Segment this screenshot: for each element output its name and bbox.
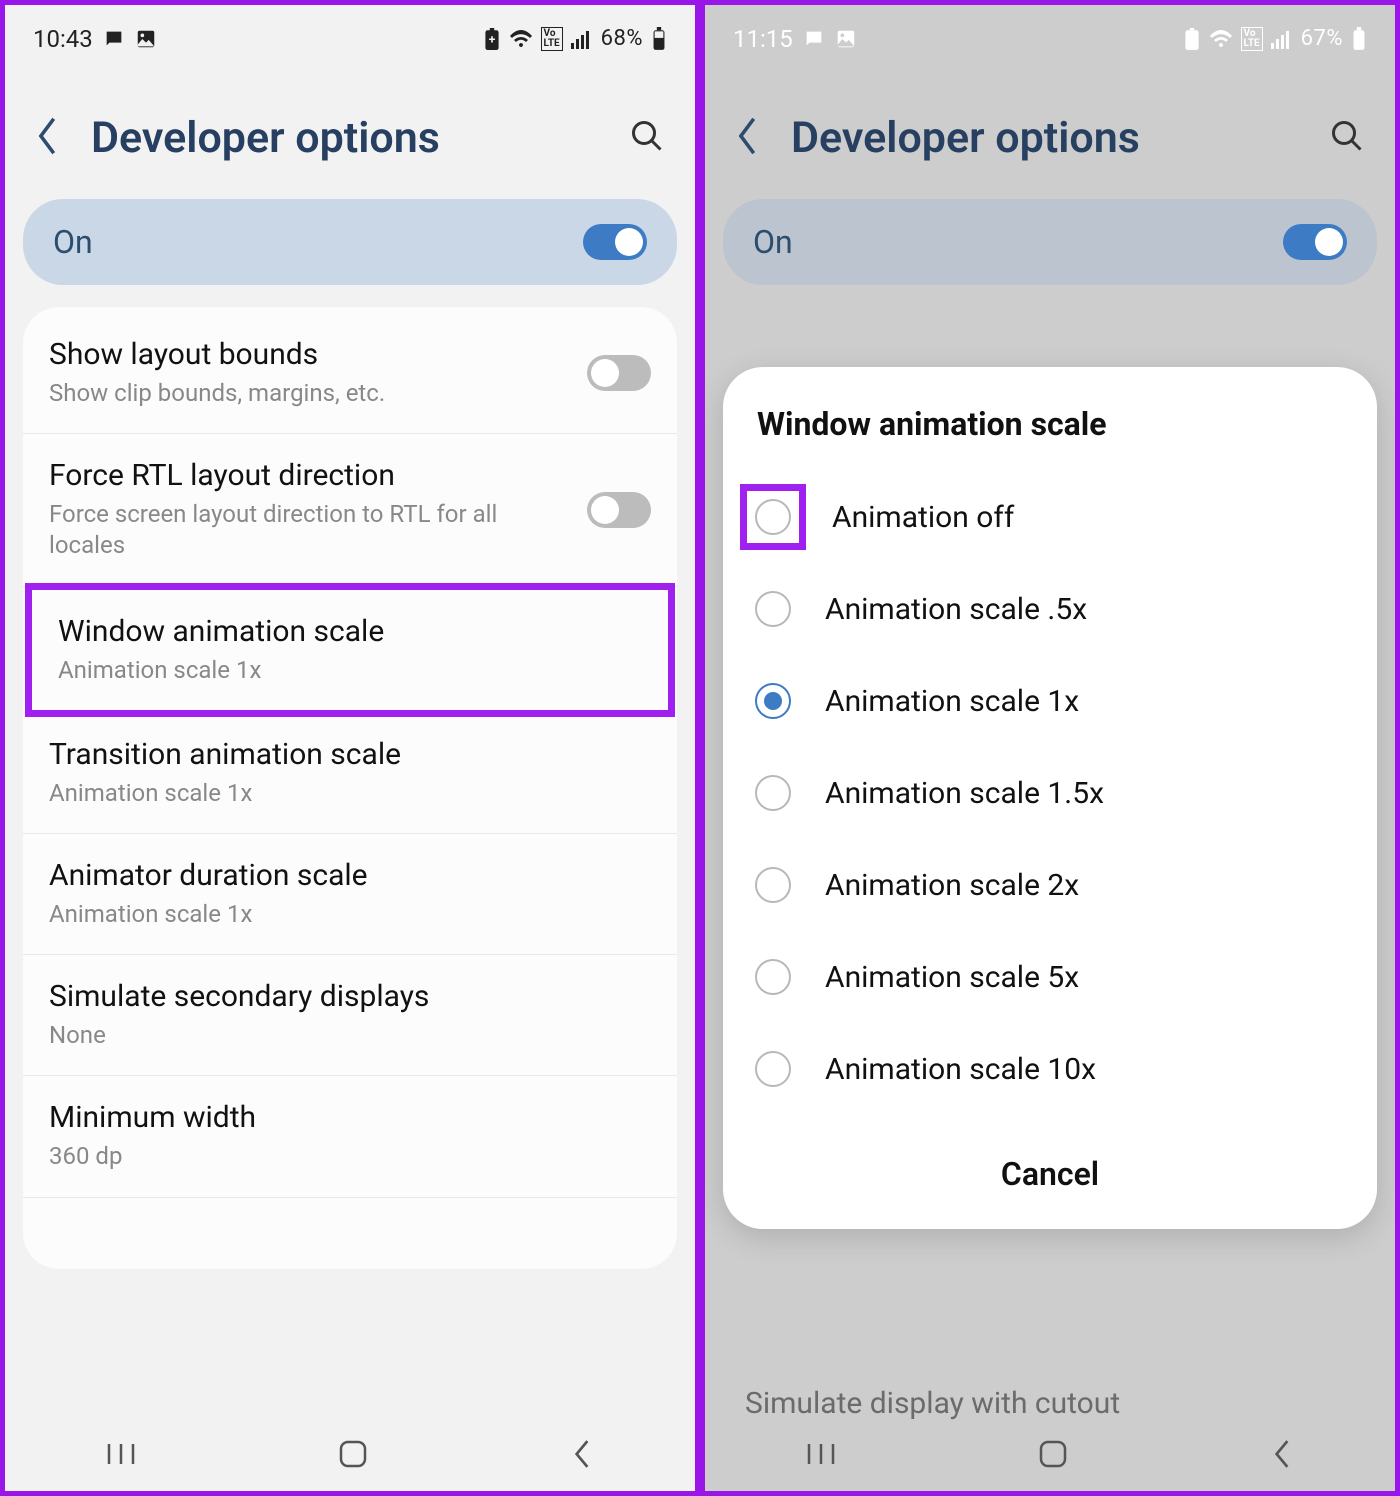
- battery-percent: 67%: [1301, 26, 1343, 51]
- row-subtitle: Animation scale 1x: [58, 655, 642, 686]
- search-button[interactable]: [1329, 118, 1365, 158]
- option-label: Animation scale 10x: [825, 1052, 1096, 1087]
- battery-saver-icon: +: [483, 28, 501, 50]
- option-label: Animation scale .5x: [825, 592, 1087, 627]
- status-time: 10:43: [33, 25, 93, 53]
- master-toggle-label: On: [753, 223, 793, 261]
- signal-icon: [1271, 29, 1293, 49]
- signal-icon: [571, 29, 593, 49]
- dialog-cancel-button[interactable]: Cancel: [753, 1121, 1347, 1229]
- status-bar: 10:43 + VoLTE 68%: [5, 5, 695, 67]
- nav-bar: [5, 1421, 695, 1491]
- row-cutoff[interactable]: [23, 1198, 677, 1263]
- row-subtitle: Show clip bounds, margins, etc.: [49, 378, 567, 409]
- row-title: Transition animation scale: [49, 737, 651, 772]
- option-animation-0-5x[interactable]: Animation scale .5x: [753, 563, 1347, 655]
- row-title: Window animation scale: [58, 614, 642, 649]
- settings-card: Show layout bounds Show clip bounds, mar…: [23, 307, 677, 1269]
- status-right: VoLTE 67%: [1183, 26, 1367, 51]
- nav-home-button[interactable]: [1038, 1439, 1068, 1473]
- volte-icon: VoLTE: [1241, 27, 1263, 51]
- status-bar: 11:15 VoLTE 67%: [705, 5, 1395, 67]
- row-title: Minimum width: [49, 1100, 651, 1135]
- nav-back-button[interactable]: [1270, 1439, 1294, 1473]
- row-subtitle: 360 dp: [49, 1141, 651, 1172]
- row-subtitle: Force screen layout direction to RTL for…: [49, 499, 567, 561]
- status-left: 11:15: [733, 25, 857, 53]
- battery-icon: [651, 27, 667, 51]
- phone-right: 11:15 VoLTE 67%: [700, 0, 1400, 1496]
- row-force-rtl[interactable]: Force RTL layout direction Force screen …: [23, 434, 677, 586]
- battery-percent: 68%: [601, 26, 643, 51]
- row-title: Show layout bounds: [49, 337, 567, 372]
- nav-back-button[interactable]: [570, 1439, 594, 1473]
- option-label: Animation off: [832, 500, 1014, 535]
- option-animation-1-5x[interactable]: Animation scale 1.5x: [753, 747, 1347, 839]
- option-animation-5x[interactable]: Animation scale 5x: [753, 931, 1347, 1023]
- option-animation-10x[interactable]: Animation scale 10x: [753, 1023, 1347, 1115]
- option-animation-2x[interactable]: Animation scale 2x: [753, 839, 1347, 931]
- row-simulate-secondary-displays[interactable]: Simulate secondary displays None: [23, 955, 677, 1076]
- option-animation-off[interactable]: Animation off: [753, 471, 1347, 563]
- status-right: + VoLTE 68%: [483, 26, 667, 51]
- row-title: Force RTL layout direction: [49, 458, 567, 493]
- master-toggle-switch[interactable]: [1283, 224, 1347, 260]
- animation-scale-dialog: Window animation scale Animation off Ani…: [723, 367, 1377, 1229]
- radio-icon: [755, 867, 791, 903]
- back-button[interactable]: [35, 116, 61, 160]
- nav-recents-button[interactable]: [806, 1442, 836, 1470]
- row-title: Animator duration scale: [49, 858, 651, 893]
- svg-text:+: +: [488, 32, 495, 46]
- radio-icon: [755, 499, 791, 535]
- nav-recents-button[interactable]: [106, 1442, 136, 1470]
- radio-icon: [755, 959, 791, 995]
- behind-row-text: Simulate display with cutout: [705, 1386, 1395, 1421]
- status-left: 10:43: [33, 25, 157, 53]
- radio-icon: [755, 591, 791, 627]
- wifi-icon: [1209, 29, 1233, 49]
- row-show-layout-bounds[interactable]: Show layout bounds Show clip bounds, mar…: [23, 313, 677, 434]
- battery-saver-icon: [1183, 28, 1201, 50]
- volte-icon: VoLTE: [541, 27, 563, 51]
- app-header: Developer options: [705, 67, 1395, 193]
- page-title: Developer options: [91, 113, 599, 163]
- dialog-title: Window animation scale: [753, 405, 1347, 443]
- row-subtitle: Animation scale 1x: [49, 899, 651, 930]
- nav-home-button[interactable]: [338, 1439, 368, 1473]
- status-time: 11:15: [733, 25, 793, 53]
- option-label: Animation scale 1.5x: [825, 776, 1104, 811]
- master-toggle-label: On: [53, 223, 93, 261]
- row-title: Simulate secondary displays: [49, 979, 651, 1014]
- image-icon: [135, 28, 157, 50]
- radio-icon: [755, 683, 791, 719]
- row-transition-animation-scale[interactable]: Transition animation scale Animation sca…: [23, 713, 677, 834]
- master-toggle-row[interactable]: On: [23, 199, 677, 285]
- option-animation-1x[interactable]: Animation scale 1x: [753, 655, 1347, 747]
- radio-icon: [755, 1051, 791, 1087]
- image-icon: [835, 28, 857, 50]
- phone-left: 10:43 + VoLTE 68%: [0, 0, 700, 1496]
- option-label: Animation scale 2x: [825, 868, 1079, 903]
- radio-icon: [755, 775, 791, 811]
- master-toggle-switch[interactable]: [583, 224, 647, 260]
- row-minimum-width[interactable]: Minimum width 360 dp: [23, 1076, 677, 1197]
- nav-bar: [705, 1421, 1395, 1491]
- wifi-icon: [509, 29, 533, 49]
- row-subtitle: Animation scale 1x: [49, 778, 651, 809]
- toggle-show-layout-bounds[interactable]: [587, 355, 651, 391]
- battery-icon: [1351, 27, 1367, 51]
- row-window-animation-scale[interactable]: Window animation scale Animation scale 1…: [25, 583, 675, 717]
- page-title: Developer options: [791, 113, 1299, 163]
- chat-icon: [103, 28, 125, 50]
- row-animator-duration-scale[interactable]: Animator duration scale Animation scale …: [23, 834, 677, 955]
- option-label: Animation scale 5x: [825, 960, 1079, 995]
- toggle-force-rtl[interactable]: [587, 492, 651, 528]
- back-button[interactable]: [735, 116, 761, 160]
- master-toggle-row[interactable]: On: [723, 199, 1377, 285]
- chat-icon: [803, 28, 825, 50]
- row-subtitle: None: [49, 1020, 651, 1051]
- app-header: Developer options: [5, 67, 695, 193]
- option-label: Animation scale 1x: [825, 684, 1079, 719]
- search-button[interactable]: [629, 118, 665, 158]
